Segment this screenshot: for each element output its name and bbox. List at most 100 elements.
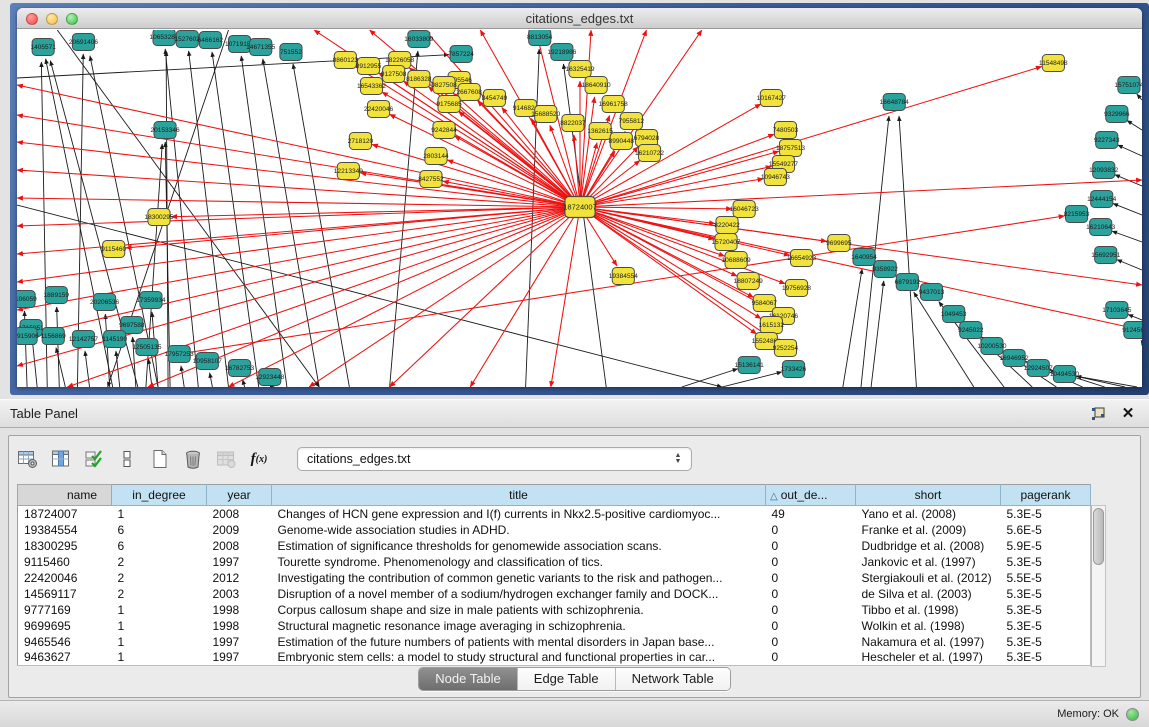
tab-edge-table[interactable]: Edge Table: [518, 668, 616, 690]
table-cell[interactable]: Disruption of a novel member of a sodium…: [272, 586, 766, 602]
table-cell[interactable]: Tourette syndrome. Phenomenology and cla…: [272, 554, 766, 570]
column-header[interactable]: in_degree: [112, 485, 207, 506]
scrollbar-thumb[interactable]: [1093, 508, 1104, 565]
table-cell[interactable]: Yano et al. (2008): [856, 506, 1001, 522]
table-cell[interactable]: 5.9E-5: [1001, 538, 1091, 554]
table-cell[interactable]: 2008: [207, 538, 272, 554]
table-cell[interactable]: Wolkin et al. (1998): [856, 618, 1001, 634]
table-cell[interactable]: 6: [112, 522, 207, 538]
table-cell[interactable]: 1998: [207, 602, 272, 618]
table-row[interactable]: 1872400712008Changes of HCN gene express…: [18, 506, 1091, 522]
table-cell[interactable]: 6: [112, 538, 207, 554]
network-window-titlebar[interactable]: citations_edges.txt: [17, 8, 1142, 29]
table-row[interactable]: 946362711997Embryonic stem cells: a mode…: [18, 650, 1091, 666]
table-row[interactable]: 1456911722003Disruption of a novel membe…: [18, 586, 1091, 602]
column-header[interactable]: year: [207, 485, 272, 506]
table-cell[interactable]: 2003: [207, 586, 272, 602]
column-header[interactable]: short: [856, 485, 1001, 506]
table-cell[interactable]: Hescheler et al. (1997): [856, 650, 1001, 666]
tab-network-table[interactable]: Network Table: [616, 668, 730, 690]
table-cell[interactable]: Franke et al. (2009): [856, 522, 1001, 538]
table-cell[interactable]: 0: [766, 554, 856, 570]
table-cell[interactable]: 5.3E-5: [1001, 634, 1091, 650]
table-cell[interactable]: 14569117: [18, 586, 112, 602]
table-cell[interactable]: Corpus callosum shape and size in male p…: [272, 602, 766, 618]
tab-node-table[interactable]: Node Table: [419, 668, 518, 690]
close-window-icon[interactable]: [26, 13, 38, 25]
table-cell[interactable]: Estimation of the future numbers of pati…: [272, 634, 766, 650]
table-cell[interactable]: Nakamura et al. (1997): [856, 634, 1001, 650]
minimize-window-icon[interactable]: [46, 13, 58, 25]
table-cell[interactable]: 18300295: [18, 538, 112, 554]
table-cell[interactable]: 1998: [207, 618, 272, 634]
row-tools-icon[interactable]: [116, 447, 138, 471]
table-cell[interactable]: de Silva et al. (2003): [856, 586, 1001, 602]
table-row[interactable]: 946554611997Estimation of the future num…: [18, 634, 1091, 650]
column-header[interactable]: title: [272, 485, 766, 506]
table-cell[interactable]: 1997: [207, 554, 272, 570]
table-cell[interactable]: 1997: [207, 650, 272, 666]
column-header[interactable]: name: [18, 485, 112, 506]
table-cell[interactable]: 1: [112, 602, 207, 618]
create-column-icon[interactable]: [149, 447, 171, 471]
table-cell[interactable]: 0: [766, 602, 856, 618]
table-cell[interactable]: 1997: [207, 634, 272, 650]
column-header[interactable]: △out_de...: [766, 485, 856, 506]
delete-column-icon[interactable]: [182, 447, 204, 471]
table-cell[interactable]: 2008: [207, 506, 272, 522]
attribute-table[interactable]: namein_degreeyeartitle△out_de...shortpag…: [17, 484, 1091, 666]
table-cell[interactable]: 9465546: [18, 634, 112, 650]
table-cell[interactable]: 0: [766, 634, 856, 650]
table-cell[interactable]: 5.3E-5: [1001, 554, 1091, 570]
table-cell[interactable]: Embryonic stem cells: a model to study s…: [272, 650, 766, 666]
table-cell[interactable]: 0: [766, 522, 856, 538]
table-cell[interactable]: 0: [766, 650, 856, 666]
close-panel-icon[interactable]: ✕: [1119, 405, 1137, 423]
network-canvas-svg[interactable]: 8860123891295518226058912750881863281654…: [17, 30, 1142, 387]
table-cell[interactable]: Tibbo et al. (1998): [856, 602, 1001, 618]
table-row[interactable]: 1938455462009Genome-wide association stu…: [18, 522, 1091, 538]
table-cell[interactable]: 5.3E-5: [1001, 586, 1091, 602]
table-cell[interactable]: Estimation of significance thresholds fo…: [272, 538, 766, 554]
float-panel-icon[interactable]: [1089, 405, 1107, 423]
table-cell[interactable]: 0: [766, 538, 856, 554]
table-cell[interactable]: 19384554: [18, 522, 112, 538]
table-cell[interactable]: 9115460: [18, 554, 112, 570]
table-cell[interactable]: 9463627: [18, 650, 112, 666]
table-vertical-scrollbar[interactable]: [1091, 505, 1106, 667]
table-cell[interactable]: Structural magnetic resonance image aver…: [272, 618, 766, 634]
network-canvas[interactable]: 8860123891295518226058912750881863281654…: [17, 30, 1142, 387]
table-cell[interactable]: 5.3E-5: [1001, 650, 1091, 666]
table-cell[interactable]: 5.3E-5: [1001, 618, 1091, 634]
table-row[interactable]: 911546021997Tourette syndrome. Phenomeno…: [18, 554, 1091, 570]
table-cell[interactable]: 2: [112, 570, 207, 586]
table-cell[interactable]: 1: [112, 506, 207, 522]
table-cell[interactable]: Investigating the contribution of common…: [272, 570, 766, 586]
memory-ok-icon[interactable]: [1126, 708, 1139, 721]
table-cell[interactable]: 5.6E-5: [1001, 522, 1091, 538]
table-cell[interactable]: Dudbridge et al. (2008): [856, 538, 1001, 554]
table-cell[interactable]: Genome-wide association studies in ADHD.: [272, 522, 766, 538]
table-selector-dropdown[interactable]: citations_edges.txt ▲▼: [297, 447, 692, 471]
table-cell[interactable]: 2: [112, 554, 207, 570]
table-cell[interactable]: 1: [112, 618, 207, 634]
table-row[interactable]: 977716911998Corpus callosum shape and si…: [18, 602, 1091, 618]
table-cell[interactable]: 2: [112, 586, 207, 602]
table-options-icon[interactable]: [17, 447, 39, 471]
zoom-window-icon[interactable]: [66, 13, 78, 25]
table-cell[interactable]: 5.3E-5: [1001, 506, 1091, 522]
table-cell[interactable]: 49: [766, 506, 856, 522]
table-cell[interactable]: 5.5E-5: [1001, 570, 1091, 586]
table-row[interactable]: 1830029562008Estimation of significance …: [18, 538, 1091, 554]
table-row[interactable]: 2242004622012Investigating the contribut…: [18, 570, 1091, 586]
table-cell[interactable]: 2009: [207, 522, 272, 538]
table-cell[interactable]: 1: [112, 650, 207, 666]
column-header[interactable]: pagerank: [1001, 485, 1091, 506]
table-cell[interactable]: 22420046: [18, 570, 112, 586]
table-cell[interactable]: 9777169: [18, 602, 112, 618]
table-cell[interactable]: 2012: [207, 570, 272, 586]
table-row[interactable]: 969969511998Structural magnetic resonanc…: [18, 618, 1091, 634]
table-cell[interactable]: 9699695: [18, 618, 112, 634]
table-cell[interactable]: 1: [112, 634, 207, 650]
table-cell[interactable]: 0: [766, 586, 856, 602]
